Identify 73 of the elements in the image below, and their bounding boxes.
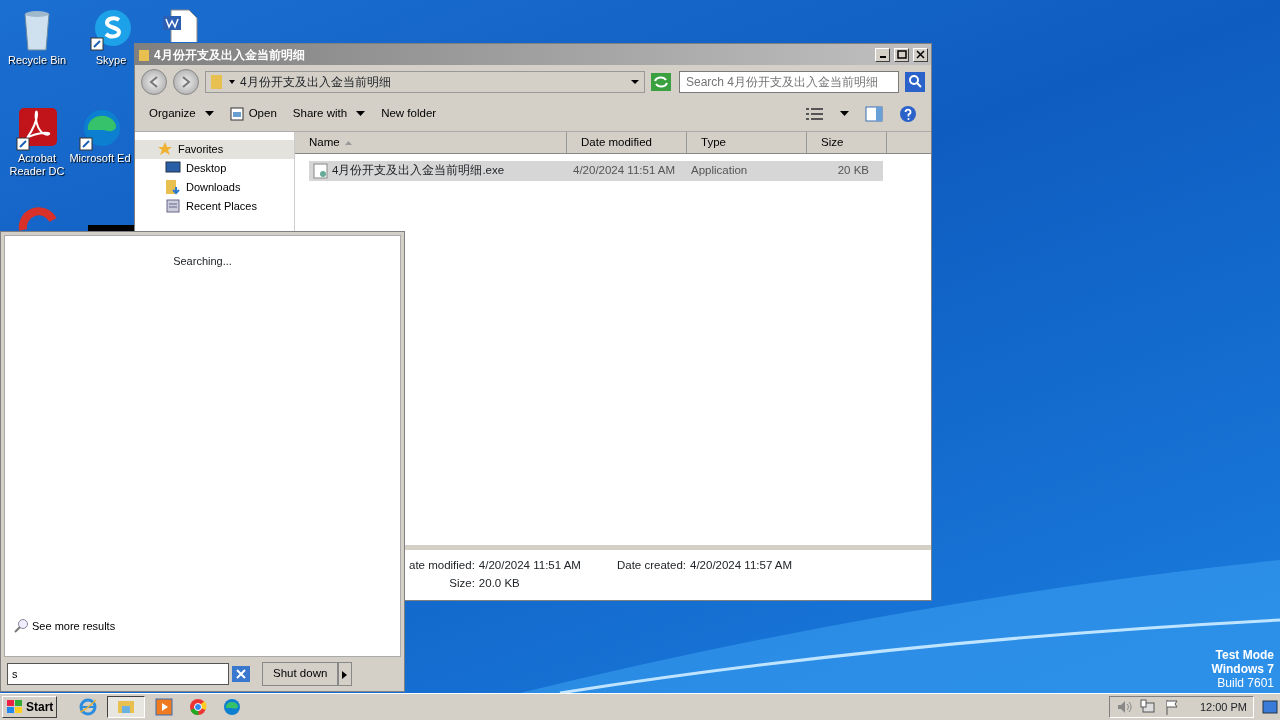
window-edge — [88, 225, 134, 231]
monitor-icon — [165, 160, 181, 176]
minimize-button[interactable] — [875, 47, 890, 62]
toolbar-button[interactable]: Open — [229, 105, 277, 123]
folder-icon — [165, 179, 181, 195]
start-button[interactable]: Start — [2, 696, 58, 718]
toolbar-button[interactable]: New folder — [381, 105, 437, 123]
file-size: 20 KB — [836, 163, 870, 179]
recent-places-icon — [165, 198, 181, 214]
refresh-icon[interactable] — [651, 73, 671, 91]
preview-pane-icon[interactable] — [865, 106, 883, 122]
icon-label: Skype — [95, 54, 127, 67]
file-date: 4/20/2024 11:51 AM — [572, 163, 677, 179]
search-status: Searching... — [173, 254, 232, 269]
close-icon — [915, 49, 926, 60]
dropdown-icon[interactable] — [630, 78, 640, 86]
detail-value: 4/20/2024 11:57 AM — [690, 558, 793, 573]
forward-button[interactable] — [173, 69, 199, 95]
swirl-icon — [223, 698, 242, 716]
caret-icon — [342, 670, 349, 679]
nav-item[interactable]: Desktop — [135, 159, 294, 178]
view-list-icon[interactable] — [806, 108, 824, 120]
detail-label: Date created: — [616, 558, 686, 573]
network-icon[interactable] — [1139, 699, 1156, 715]
detail-value: 20.0 KB — [478, 576, 521, 591]
back-button[interactable] — [141, 69, 167, 95]
taskbar-app-button[interactable] — [107, 696, 146, 718]
clear-button[interactable] — [232, 666, 250, 682]
help-icon[interactable] — [899, 105, 917, 123]
search-icon — [13, 617, 29, 634]
detail-label: ate modified: — [409, 558, 475, 573]
toolbar-button[interactable]: Share with — [292, 105, 366, 123]
folder-icon — [210, 74, 224, 90]
clear-icon — [236, 669, 246, 679]
application-icon — [313, 163, 329, 179]
options-arrow-button[interactable] — [338, 662, 353, 686]
maximize-button[interactable] — [894, 47, 909, 62]
close-button[interactable] — [913, 47, 928, 62]
chrome-icon — [189, 698, 208, 716]
file-type: Application — [690, 163, 749, 179]
file-name: 4月份开支及出入金当前明细.exe — [332, 163, 505, 179]
play-icon — [155, 698, 174, 716]
nav-item[interactable]: Recent Places — [135, 197, 294, 216]
windows-logo-icon — [6, 699, 24, 715]
icon-label: Microsoft Ed — [69, 152, 131, 165]
os-notice-text: Test Mode — [1214, 648, 1274, 662]
caret-icon[interactable] — [840, 111, 849, 117]
shut-down-button[interactable]: Shut down — [262, 662, 339, 686]
address-bar[interactable]: 4月份开支及出入金当前明细 — [205, 71, 645, 93]
search-field[interactable]: s — [7, 663, 229, 685]
search-icon[interactable] — [905, 72, 925, 92]
see-more-results-link[interactable]: See more results — [13, 617, 116, 634]
toolbar-button[interactable]: Organize — [149, 105, 214, 123]
icon-label: Recycle Bin — [7, 54, 67, 67]
flag-icon[interactable] — [1163, 699, 1180, 715]
file-row[interactable]: 4月份开支及出入金当前明细.exe 4/20/2024 11:51 AM Application 20 KB — [309, 161, 883, 181]
browser-icon — [79, 698, 98, 716]
folder-icon — [117, 698, 136, 716]
minimize-icon — [879, 55, 886, 58]
os-notice-text: Windows 7 — [1211, 662, 1274, 676]
nav-item[interactable]: Favorites — [135, 140, 294, 159]
detail-label: Size: — [448, 576, 475, 591]
caret-icon[interactable] — [228, 78, 236, 86]
detail-value: 4/20/2024 11:51 AM — [478, 558, 581, 573]
nav-item[interactable]: Downloads — [135, 178, 294, 197]
star-icon — [157, 141, 173, 157]
maximize-icon — [896, 49, 907, 60]
search-field[interactable]: Search 4月份开支及出入金当前明细 — [679, 71, 899, 93]
folder-icon — [138, 47, 150, 62]
window-title: 4月份开支及出入金当前明细 — [154, 46, 306, 64]
icon-label: Acrobat Reader DC — [9, 152, 65, 178]
os-notice-text: Build 7601 — [1216, 676, 1274, 690]
window-icon — [229, 107, 244, 121]
